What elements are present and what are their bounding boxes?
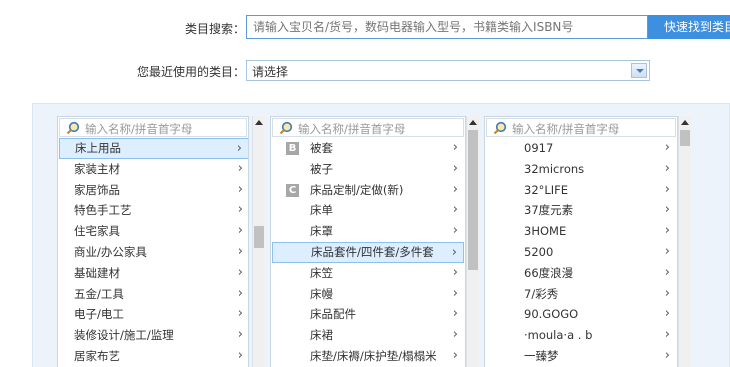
chevron-right-icon: › [664,264,670,280]
chevron-right-icon: › [451,244,457,260]
column-1-filter-placeholder: 输入名称/拼音首字母 [85,122,193,136]
column-3-scroll-thumb[interactable] [680,130,690,146]
magnifier-icon [493,121,507,135]
list-item[interactable]: 床上用品 › [59,138,248,159]
column-2-filter-placeholder: 输入名称/拼音首字母 [298,122,406,136]
scroll-up-icon[interactable] [681,120,689,125]
list-item[interactable]: 床垫/床褥/床护垫/榻榻米 › [272,346,464,367]
quick-find-button[interactable]: 快速找到类目 [648,15,730,39]
list-item[interactable]: 五金/工具 › [59,284,248,305]
list-item[interactable]: 7/彩秀 › [486,284,676,305]
list-item[interactable]: 3HOME › [486,221,676,242]
column-2-filter[interactable]: 输入名称/拼音首字母 [272,118,464,137]
list-item[interactable]: 66度浪漫 › [486,263,676,284]
list-item[interactable]: 特色手工艺 › [59,200,248,221]
category-column-2: 输入名称/拼音首字母 B 被套 › 被子 › C 床品定制/定做(新) › 床单 › 床罩 ›… [270,116,466,367]
list-item[interactable]: ·moula·a . b › [486,325,676,346]
list-item[interactable]: 床笠 › [272,263,464,284]
chevron-right-icon: › [664,306,670,322]
chevron-right-icon: › [237,264,243,280]
chevron-right-icon: › [664,223,670,239]
list-item[interactable]: 电子/电工 › [59,304,248,325]
chevron-right-icon: › [452,202,458,218]
recent-category-value: 请选择 [252,65,289,79]
list-item[interactable]: 床品套件/四件套/多件套 › [272,241,464,263]
group-letter-badge: C [286,183,299,197]
column-1-filter[interactable]: 输入名称/拼音首字母 [59,118,247,137]
chevron-right-icon: › [664,327,670,343]
chevron-right-icon: › [452,181,458,197]
list-item[interactable]: 床裙 › [272,325,464,346]
list-item[interactable]: 被子 › [272,159,464,180]
chevron-right-icon: › [664,243,670,259]
chevron-right-icon: › [452,347,458,363]
list-item[interactable]: 床单 › [272,200,464,221]
chevron-right-icon: › [237,223,243,239]
chevron-right-icon: › [664,181,670,197]
column-2-list: B 被套 › 被子 › C 床品定制/定做(新) › 床单 › 床罩 › 床品套件/四件套/多… [272,138,464,367]
chevron-right-icon: › [452,327,458,343]
chevron-right-icon: › [237,327,243,343]
column-1-scroll-thumb[interactable] [254,226,264,248]
search-label: 类目搜索： [185,22,246,36]
list-item[interactable]: 家装主材 › [59,159,248,180]
chevron-right-icon: › [452,306,458,322]
list-item[interactable]: 住宅家具 › [59,221,248,242]
chevron-right-icon: › [236,141,242,156]
chevron-right-icon: › [664,160,670,176]
recent-category-select[interactable]: 请选择 [246,60,650,81]
column-3-scrollbar[interactable] [678,116,691,367]
column-3-list: 0917 › 32microns › 32°LIFE › 37度元素 › 3HOME › … [486,138,676,367]
list-item[interactable]: 0917 › [486,138,676,159]
chevron-down-icon[interactable] [631,63,647,78]
list-item[interactable]: 家居饰品 › [59,180,248,201]
list-item[interactable]: 商业/办公家具 › [59,242,248,263]
list-item[interactable]: C 床品定制/定做(新) › [272,180,464,201]
column-2-scrollbar[interactable] [466,116,479,367]
column-2-scroll-thumb[interactable] [468,130,478,270]
list-item[interactable]: 床幔 › [272,284,464,305]
chevron-right-icon: › [452,285,458,301]
list-item[interactable]: 床品配件 › [272,304,464,325]
chevron-right-icon: › [452,140,458,155]
magnifier-icon [279,121,293,135]
list-item[interactable]: B 被套 › [272,138,464,159]
chevron-right-icon: › [664,347,670,363]
column-1-list: 床上用品 › 家装主材 › 家居饰品 › 特色手工艺 › 住宅家具 › 商业/办公家具 › … [59,138,248,367]
column-3-filter[interactable]: 输入名称/拼音首字母 [486,118,676,137]
list-item[interactable]: 37度元素 › [486,200,676,221]
chevron-right-icon: › [452,160,458,176]
magnifier-icon [66,121,80,135]
chevron-right-icon: › [237,160,243,176]
list-item[interactable]: 床罩 › [272,221,464,242]
chevron-right-icon: › [452,223,458,239]
chevron-right-icon: › [237,306,243,322]
chevron-right-icon: › [664,285,670,301]
list-item[interactable]: 一臻梦 › [486,346,676,367]
list-item[interactable]: 32microns › [486,159,676,180]
chevron-right-icon: › [664,202,670,218]
chevron-right-icon: › [237,285,243,301]
chevron-right-icon: › [237,181,243,197]
list-item[interactable]: 基础建材 › [59,263,248,284]
group-letter-badge: B [286,142,299,155]
category-search-input[interactable] [246,15,648,39]
column-1-scrollbar[interactable] [252,116,265,367]
chevron-right-icon: › [664,140,670,155]
chevron-right-icon: › [452,264,458,280]
list-item[interactable]: 90.GOGO › [486,304,676,325]
list-item[interactable]: 居家布艺 › [59,346,248,367]
list-item[interactable]: 32°LIFE › [486,180,676,201]
list-item[interactable]: 装修设计/施工/监理 › [59,325,248,346]
column-3-filter-placeholder: 输入名称/拼音首字母 [512,122,620,136]
category-column-3: 输入名称/拼音首字母 0917 › 32microns › 32°LIFE › 37度… [484,116,678,367]
scroll-up-icon[interactable] [469,120,477,125]
list-item[interactable]: 5200 › [486,242,676,263]
category-column-1: 输入名称/拼音首字母 床上用品 › 家装主材 › 家居饰品 › 特色手工艺 › 住宅家具… [57,116,249,367]
scroll-up-icon[interactable] [255,120,263,125]
chevron-right-icon: › [237,243,243,259]
chevron-right-icon: › [237,202,243,218]
recent-label: 您最近使用的类目： [137,65,246,79]
chevron-right-icon: › [237,347,243,363]
